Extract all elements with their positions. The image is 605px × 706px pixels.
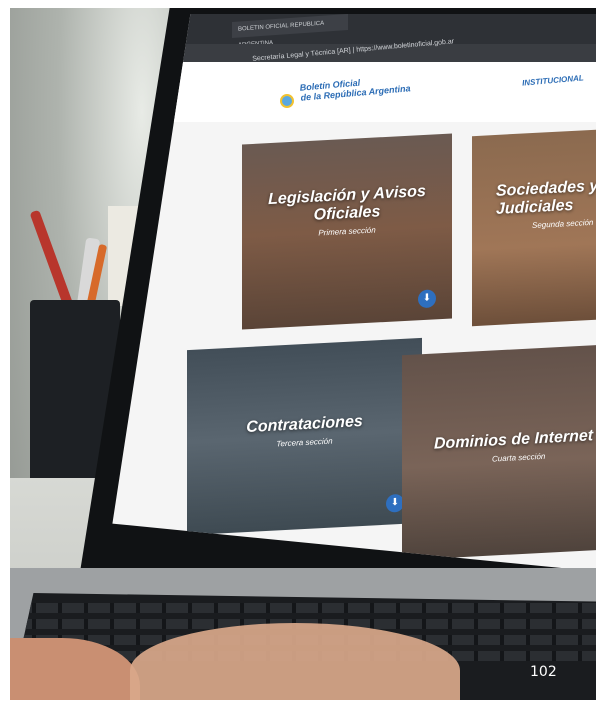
photo-frame: BOLETIN OFICIAL REPUBLICA ARGENTINA Secr… [10,8,596,700]
download-icon[interactable]: ⬇ [418,289,436,309]
card-title: Sociedades y Judiciales [496,177,596,218]
section-card-1[interactable]: Legislación y Avisos Oficiales Primera s… [242,133,452,330]
card-title: Legislación y Avisos Oficiales [268,182,426,224]
section-card-2[interactable]: Sociedades y Judiciales Segunda sección [472,127,596,327]
section-card-4[interactable]: Dominios de Internet Cuarta sección [402,342,596,561]
browser-tab[interactable]: BOLETIN OFICIAL REPUBLICA ARGENTINA [232,14,348,49]
section-card-3[interactable]: Contrataciones Tercera sección ⬇ [187,337,422,536]
key-row [10,603,596,613]
page-number: 102 [530,664,557,680]
argentina-sun-logo-icon[interactable] [280,94,294,108]
